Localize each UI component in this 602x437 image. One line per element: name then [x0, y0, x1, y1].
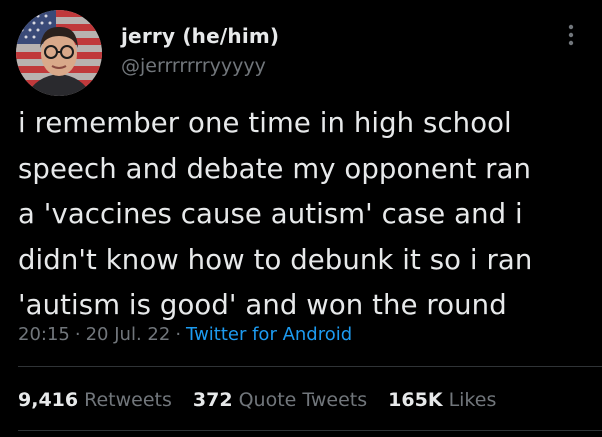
author-handle[interactable]: @jerrrrrrryyyyy: [121, 55, 266, 77]
retweets-label: Retweets: [84, 389, 172, 411]
avatar[interactable]: [16, 10, 102, 96]
retweets-count: 9,416: [18, 389, 79, 411]
likes-count: 165K: [388, 389, 443, 411]
avatar-photo: [16, 10, 102, 96]
tweet-date[interactable]: 20 Jul. 22: [86, 324, 171, 345]
quote-tweets-count: 372: [192, 389, 233, 411]
tweet-time[interactable]: 20:15: [18, 324, 70, 345]
tweet-text: i remember one time in high school speec…: [18, 107, 533, 321]
quote-tweets-stat[interactable]: 372 Quote Tweets: [193, 389, 367, 411]
likes-stat[interactable]: 165K Likes: [388, 389, 496, 411]
retweets-stat[interactable]: 9,416 Retweets: [18, 389, 172, 411]
divider: [18, 430, 602, 431]
meta-separator: ·: [175, 324, 182, 345]
likes-label: Likes: [448, 389, 497, 411]
tweet: jerry (he/him) @jerrrrrrryyyyy i remembe…: [0, 0, 602, 437]
meta-separator: ·: [74, 324, 81, 345]
author-name[interactable]: jerry (he/him): [121, 24, 279, 48]
tweet-stats: 9,416 Retweets 372 Quote Tweets 165K Likes: [18, 389, 511, 411]
tweet-source-link[interactable]: Twitter for Android: [186, 324, 352, 345]
tweet-meta: 20:15 · 20 Jul. 22 · Twitter for Android: [18, 324, 352, 345]
quote-tweets-label: Quote Tweets: [238, 389, 368, 411]
more-options-button[interactable]: [564, 22, 578, 48]
more-vertical-icon: [568, 24, 574, 46]
divider: [18, 366, 602, 367]
